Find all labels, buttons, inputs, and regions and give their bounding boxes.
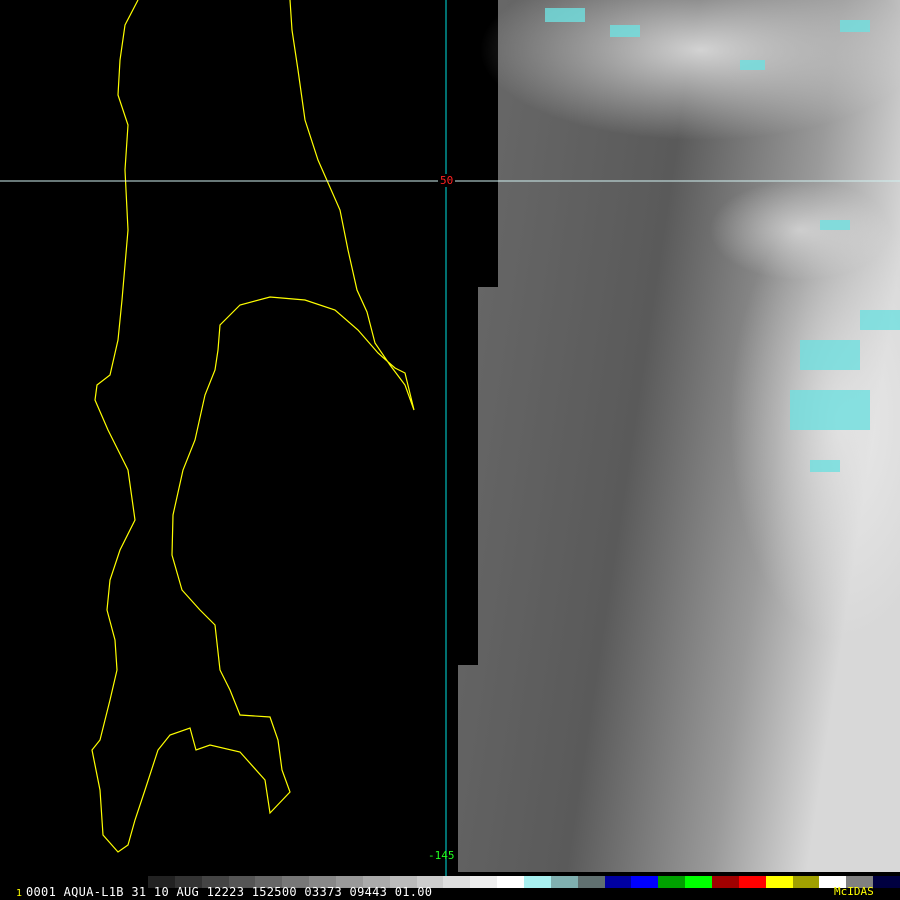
colorbar-swatch xyxy=(792,876,820,888)
image-info-text: 0001 AQUA-L1B 31 10 AUG 12223 152500 033… xyxy=(26,885,433,899)
colorbar-swatch xyxy=(738,876,766,888)
colorbar-swatch xyxy=(470,876,498,888)
colorbar-swatch xyxy=(685,876,713,888)
colorbar-swatch xyxy=(712,876,739,888)
latitude-label: 50 xyxy=(438,174,456,187)
colorbar-swatch xyxy=(604,876,632,888)
mcidas-brand: McIDAS xyxy=(834,885,874,898)
satellite-map xyxy=(0,0,900,876)
frame-number: 1 xyxy=(16,888,23,899)
longitude-label: -145 xyxy=(428,849,455,862)
colorbar-swatch xyxy=(524,876,551,888)
colorbar-swatch xyxy=(765,876,793,888)
colorbar-swatch xyxy=(443,876,471,888)
bright-cloud-region xyxy=(710,180,890,280)
colorbar-swatch xyxy=(550,876,578,888)
colorbar-swatch xyxy=(577,876,605,888)
colorbar-swatch xyxy=(658,876,686,888)
colorbar-swatch xyxy=(497,876,525,888)
satellite-image-viewer: 50 -145 1 0001 AQUA-L1B 31 10 AUG 12223 … xyxy=(0,0,900,900)
colorbar-swatch xyxy=(873,876,900,888)
coastline xyxy=(91,0,415,853)
colorbar-swatch xyxy=(631,876,659,888)
